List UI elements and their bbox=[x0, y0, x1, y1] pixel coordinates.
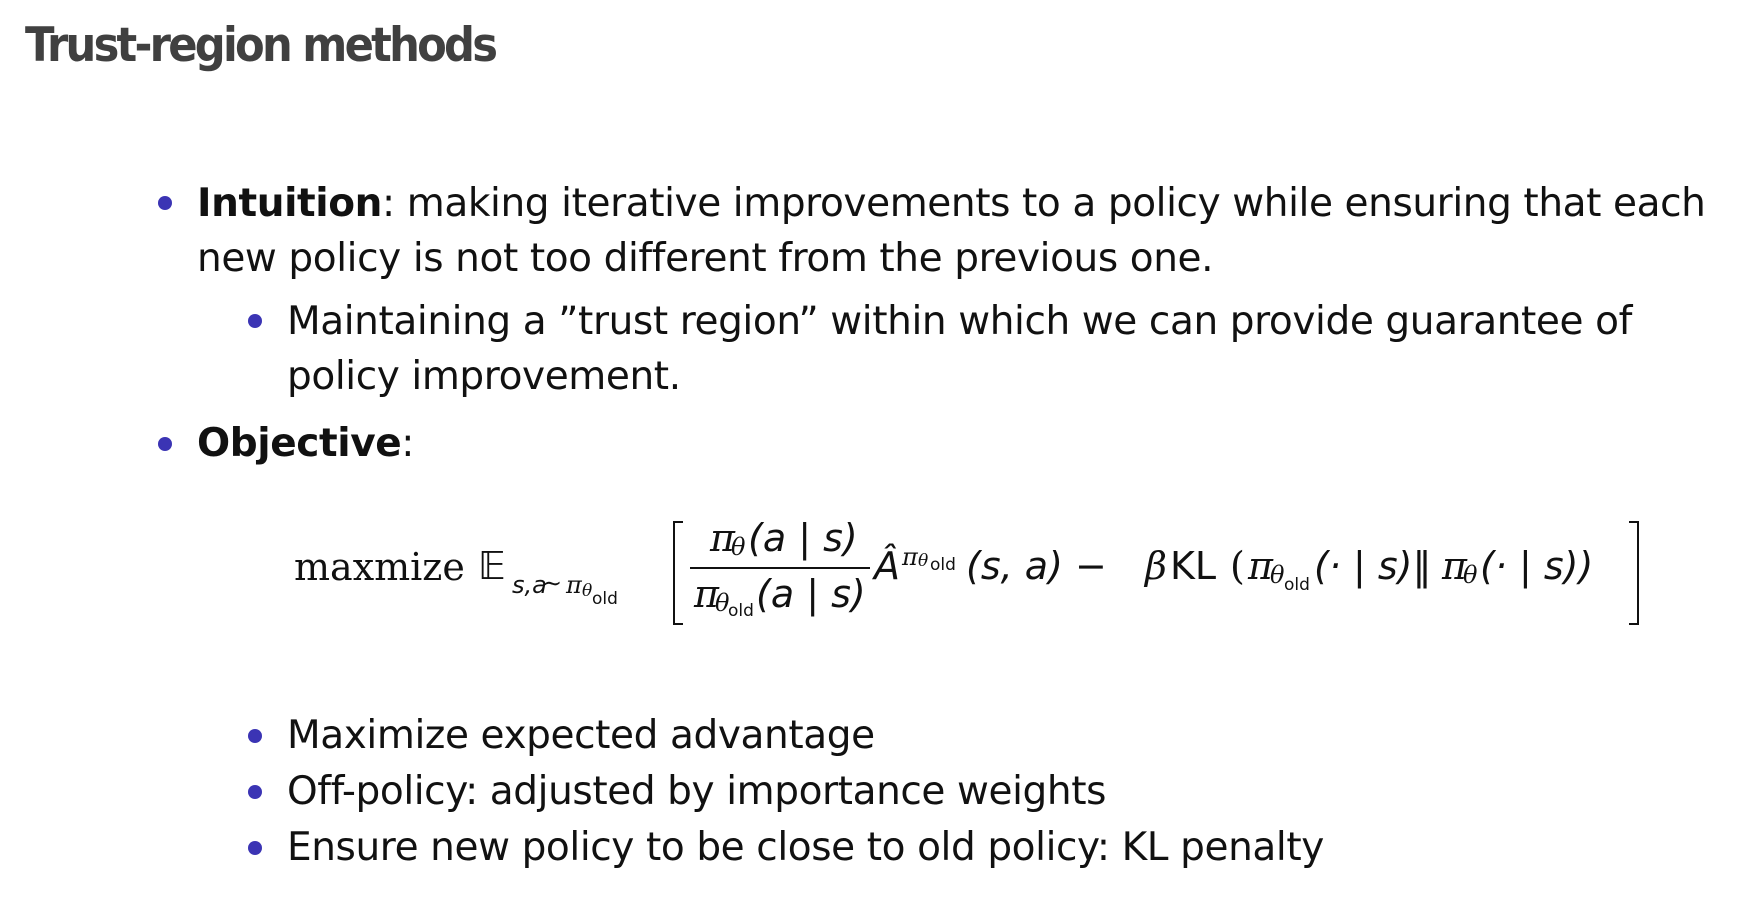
formula-kl-mid-args: (· | s)‖ bbox=[1314, 544, 1432, 588]
formula-kl-theta-old: θ bbox=[1270, 561, 1285, 589]
formula-advantage-args: (s, a) − bbox=[966, 544, 1107, 588]
formula-kl-theta: θ bbox=[1463, 561, 1478, 589]
sub-point-kl-penalty: Ensure new policy to be close to old pol… bbox=[287, 825, 1324, 870]
sub-bullet-marker bbox=[248, 314, 262, 328]
formula-numerator-args: (a | s) bbox=[748, 516, 858, 560]
sub-bullet-marker bbox=[248, 729, 262, 743]
sub-point-off-policy: Off-policy: adjusted by importance weigh… bbox=[287, 769, 1107, 814]
formula-advantage-theta: θ bbox=[918, 551, 929, 571]
formula-right-bracket bbox=[1629, 521, 1639, 625]
formula-kl-end-args: (· | s)) bbox=[1480, 544, 1594, 588]
formula-advantage: Â bbox=[874, 544, 900, 588]
formula-old-label: old bbox=[592, 589, 618, 609]
sub-point-advantage: Maximize expected advantage bbox=[287, 713, 875, 758]
intuition-text: : making iterative improvements to a pol… bbox=[382, 181, 1706, 226]
formula-left-bracket bbox=[673, 521, 683, 625]
bullet-marker bbox=[158, 437, 172, 451]
objective-formula: maxmize 𝔼 s,a ∼ π θ old π θ (a | s) π θ … bbox=[290, 505, 1650, 635]
sub-bullet-marker bbox=[248, 841, 262, 855]
formula-operator: maxmize bbox=[294, 545, 465, 589]
bullet-marker bbox=[158, 196, 172, 210]
formula-fraction-bar bbox=[690, 567, 870, 569]
trust-region-line-1: Maintaining a ”trust region” within whic… bbox=[287, 299, 1632, 344]
objective-term: Objective bbox=[197, 421, 402, 466]
formula-advantage-old: old bbox=[930, 555, 956, 575]
intuition-line-2: new policy is not too different from the… bbox=[197, 236, 1214, 281]
formula-numerator-theta: θ bbox=[731, 533, 746, 561]
objective-colon: : bbox=[401, 421, 415, 466]
formula-kl: KL bbox=[1170, 544, 1217, 588]
formula-beta: β bbox=[1145, 544, 1167, 588]
formula-pi: π bbox=[566, 571, 582, 599]
formula-tilde: ∼ bbox=[542, 569, 563, 597]
trust-region-line-2: policy improvement. bbox=[287, 354, 681, 399]
formula-expectation: 𝔼 bbox=[478, 544, 506, 588]
formula-kl-old-label: old bbox=[1284, 575, 1310, 595]
slide-title: Trust-region methods bbox=[25, 18, 498, 73]
sub-bullet-marker bbox=[248, 785, 262, 799]
formula-kl-open-paren: ( bbox=[1230, 544, 1245, 588]
intuition-line-1: Intuition: making iterative improvements… bbox=[197, 181, 1706, 226]
formula-advantage-pi: π bbox=[902, 543, 918, 571]
formula-denominator-old: old bbox=[728, 601, 754, 621]
formula-theta: θ bbox=[582, 581, 593, 601]
intuition-term: Intuition bbox=[197, 181, 383, 226]
objective-line: Objective: bbox=[197, 424, 414, 463]
formula-denominator-args: (a | s) bbox=[756, 572, 866, 616]
